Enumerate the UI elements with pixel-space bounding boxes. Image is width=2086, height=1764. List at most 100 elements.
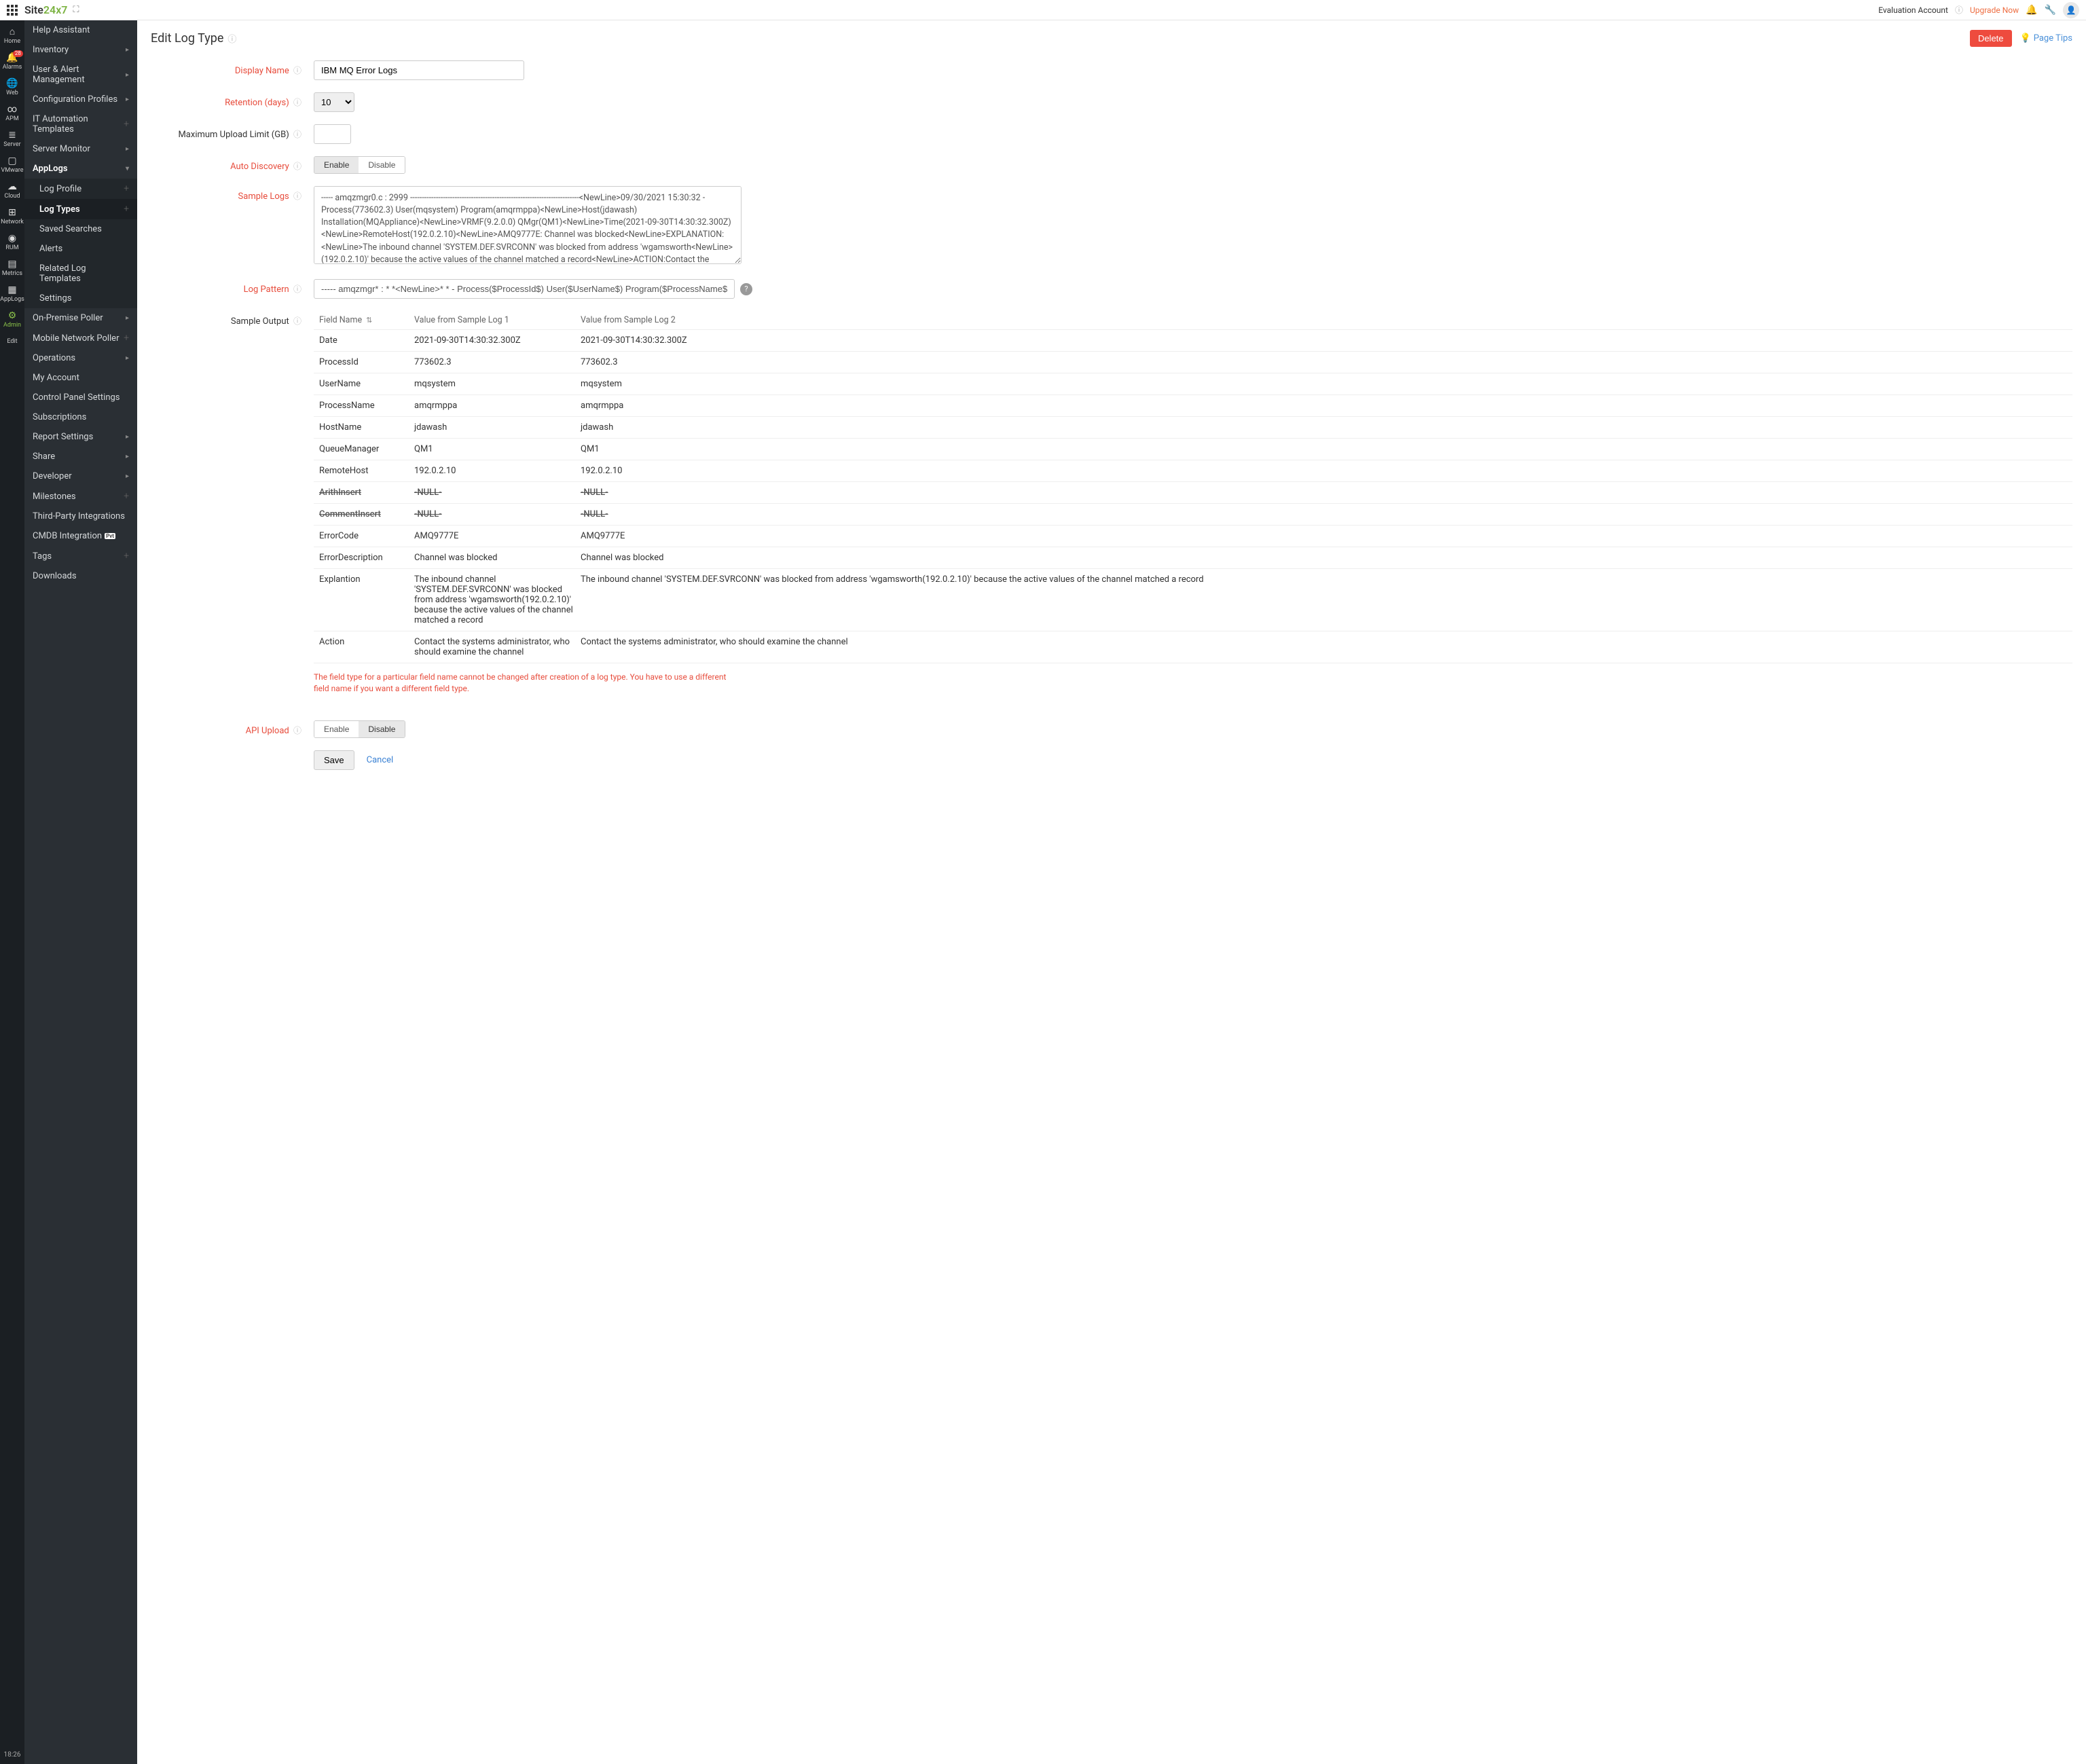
auto-discovery-label: Auto Discovery ⓘ	[151, 156, 314, 172]
nav-item-developer[interactable]: Developer▸	[24, 466, 137, 486]
rail-item-rum[interactable]: ◉RUM	[0, 229, 24, 255]
cell-v1: mqsystem	[414, 379, 581, 389]
plus-icon[interactable]: +	[124, 119, 129, 130]
info-icon[interactable]: ⓘ	[293, 284, 301, 294]
nav-item-applogs[interactable]: AppLogs▾	[24, 159, 137, 179]
info-icon[interactable]: ⓘ	[1955, 4, 1963, 16]
upgrade-link[interactable]: Upgrade Now	[1970, 5, 2019, 15]
sort-icon[interactable]: ⇅	[366, 316, 372, 325]
info-icon[interactable]: ⓘ	[227, 32, 236, 45]
info-icon[interactable]: ⓘ	[293, 130, 301, 139]
disable-button[interactable]: Disable	[359, 721, 405, 737]
nav-item-server-monitor[interactable]: Server Monitor▸	[24, 139, 137, 159]
nav-item-it-automation-templates[interactable]: IT Automation Templates+	[24, 109, 137, 139]
main-content: Edit Log Type ⓘ Delete 💡Page Tips Displa…	[137, 20, 2086, 1764]
nav-item-tags[interactable]: Tags+	[24, 546, 137, 566]
expand-icon[interactable]: ⛶	[73, 5, 79, 15]
nav-label: Downloads	[33, 571, 77, 581]
auto-discovery-toggle: Enable Disable	[314, 156, 405, 174]
nav-item-subscriptions[interactable]: Subscriptions	[24, 407, 137, 427]
sample-logs-textarea[interactable]	[314, 186, 742, 264]
page-tips-link[interactable]: 💡Page Tips	[2020, 33, 2072, 43]
rail-item-metrics[interactable]: ▤Metrics	[0, 255, 24, 281]
nav-item-saved-searches[interactable]: Saved Searches	[24, 219, 137, 239]
info-icon[interactable]: ⓘ	[293, 162, 301, 171]
rail-item-apm[interactable]: ∞APM	[0, 100, 24, 126]
icon-rail: ⌂Home🔔Alarms28🌐Web∞APM≣Server▢VMware☁Clo…	[0, 20, 24, 1764]
logo[interactable]: Site24x7	[24, 3, 67, 16]
enable-button[interactable]: Enable	[314, 157, 359, 173]
nav-item-control-panel-settings[interactable]: Control Panel Settings	[24, 388, 137, 407]
log-pattern-input[interactable]	[314, 279, 735, 299]
retention-select[interactable]: 10	[314, 92, 354, 112]
cell-v2: -NULL-	[581, 488, 2067, 498]
rail-item-vmware[interactable]: ▢VMware	[0, 152, 24, 178]
display-name-input[interactable]	[314, 60, 524, 80]
disable-button[interactable]: Disable	[359, 157, 405, 173]
help-icon[interactable]: ?	[740, 283, 752, 295]
save-button[interactable]: Save	[314, 750, 354, 770]
plus-icon[interactable]: +	[124, 204, 129, 215]
nav-item-configuration-profiles[interactable]: Configuration Profiles▸	[24, 90, 137, 109]
nav-label: Settings	[39, 293, 71, 304]
wrench-icon[interactable]: 🔧	[2045, 5, 2056, 16]
rail-label: Metrics	[2, 270, 22, 277]
rail-item-alarms[interactable]: 🔔Alarms28	[0, 49, 24, 75]
chevron-right-icon: ▸	[126, 354, 129, 362]
info-icon[interactable]: ⓘ	[293, 98, 301, 107]
logo-text-a: Site	[24, 3, 43, 16]
info-icon[interactable]: ⓘ	[293, 726, 301, 735]
delete-button[interactable]: Delete	[1970, 30, 2012, 47]
nav-item-related-log-templates[interactable]: Related Log Templates	[24, 259, 137, 289]
chevron-right-icon: ▸	[126, 473, 129, 480]
chevron-down-icon: ▾	[126, 165, 129, 172]
rail-item-home[interactable]: ⌂Home	[0, 23, 24, 49]
apps-grid-icon[interactable]	[7, 5, 18, 16]
plus-icon[interactable]: +	[124, 183, 129, 194]
rail-item-network[interactable]: ⊞Network	[0, 204, 24, 229]
nav-item-milestones[interactable]: Milestones+	[24, 486, 137, 507]
rail-item-edit[interactable]: Edit	[0, 333, 24, 349]
avatar[interactable]: 👤	[2063, 2, 2079, 18]
nav-item-cmdb-integration[interactable]: CMDB IntegrationPvt	[24, 526, 137, 546]
table-row: RemoteHost192.0.2.10192.0.2.10	[314, 460, 2072, 481]
rail-item-applogs[interactable]: ▦AppLogs	[0, 281, 24, 307]
nav-item-on-premise-poller[interactable]: On-Premise Poller▸	[24, 308, 137, 328]
nav-item-log-profile[interactable]: Log Profile+	[24, 179, 137, 199]
rail-item-admin[interactable]: ⚙Admin	[0, 307, 24, 333]
enable-button[interactable]: Enable	[314, 721, 359, 737]
info-icon[interactable]: ⓘ	[293, 191, 301, 201]
cell-field: QueueManager	[319, 444, 414, 454]
rail-item-cloud[interactable]: ☁Cloud	[0, 178, 24, 204]
nav-item-log-types[interactable]: Log Types+	[24, 199, 137, 219]
cancel-link[interactable]: Cancel	[367, 755, 394, 765]
info-icon[interactable]: ⓘ	[293, 66, 301, 75]
plus-icon[interactable]: +	[124, 491, 129, 502]
nav-item-operations[interactable]: Operations▸	[24, 348, 137, 368]
plus-icon[interactable]: +	[124, 333, 129, 344]
cell-v2: AMQ9777E	[581, 531, 2067, 541]
upload-limit-label: Maximum Upload Limit (GB) ⓘ	[151, 124, 314, 140]
notification-icon[interactable]: 🔔	[2026, 5, 2037, 16]
nav-item-my-account[interactable]: My Account	[24, 368, 137, 388]
nav-item-third-party-integrations[interactable]: Third-Party Integrations	[24, 507, 137, 526]
rail-item-server[interactable]: ≣Server	[0, 126, 24, 152]
sample-output-label: Sample Output ⓘ	[151, 311, 314, 327]
nav-item-help-assistant[interactable]: Help Assistant	[24, 20, 137, 40]
nav-item-settings[interactable]: Settings	[24, 289, 137, 308]
nav-item-downloads[interactable]: Downloads	[24, 566, 137, 586]
cell-v2: The inbound channel 'SYSTEM.DEF.SVRCONN'…	[581, 574, 2067, 625]
plus-icon[interactable]: +	[124, 551, 129, 562]
nav-label: Configuration Profiles	[33, 94, 117, 105]
nav-item-mobile-network-poller[interactable]: Mobile Network Poller+	[24, 328, 137, 348]
nav-item-share[interactable]: Share▸	[24, 447, 137, 466]
upload-limit-input[interactable]	[314, 124, 351, 144]
nav-item-report-settings[interactable]: Report Settings▸	[24, 427, 137, 447]
nav-item-inventory[interactable]: Inventory▸	[24, 40, 137, 60]
info-icon[interactable]: ⓘ	[293, 316, 301, 326]
rail-item-web[interactable]: 🌐Web	[0, 75, 24, 100]
rail-label: Server	[3, 141, 20, 148]
nav-item-user-alert-management[interactable]: User & Alert Management▸	[24, 60, 137, 90]
cell-v1: -NULL-	[414, 488, 581, 498]
nav-item-alerts[interactable]: Alerts	[24, 239, 137, 259]
